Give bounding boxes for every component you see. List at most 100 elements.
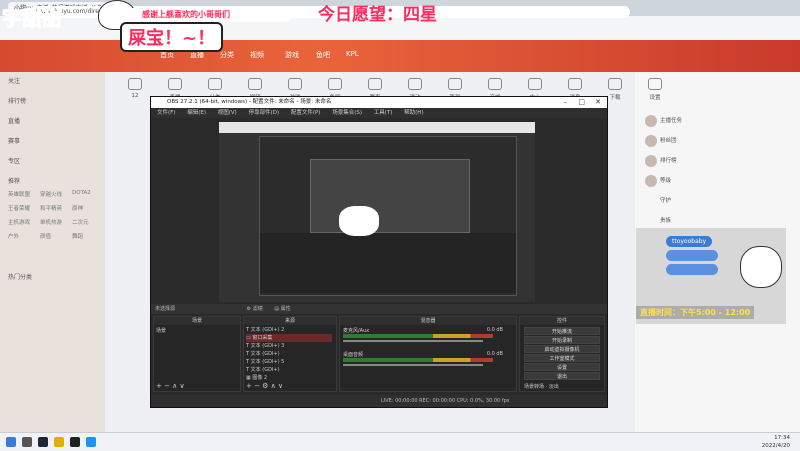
folder-icon[interactable] [54, 437, 64, 447]
scene-tools[interactable]: + − ∧ ∨ [156, 383, 185, 390]
mixer-channel-name: 麦克风/Aux [343, 328, 370, 334]
sidebar-item-rank[interactable]: 排行榜 [8, 96, 26, 105]
steam-icon[interactable] [38, 437, 48, 447]
category-icon [608, 78, 622, 90]
category-icon [328, 78, 342, 90]
category-icon [128, 78, 142, 90]
obs-title-bar[interactable]: OBS 27.2.1 (64-bit, windows) - 配置文件: 未命名… [151, 97, 607, 108]
volume-slider[interactable] [343, 364, 483, 366]
sidebar-item-recommend[interactable]: 推荐 [8, 176, 20, 185]
properties-button[interactable]: ▤ 属性 [274, 306, 290, 312]
category-label[interactable]: 12 [132, 93, 139, 99]
sidebar-grid-item[interactable]: 户外 [8, 232, 19, 240]
sidebar-grid-item[interactable]: 颜值 [40, 232, 51, 240]
sidebar-grid-item[interactable]: 王者荣耀 [8, 204, 30, 212]
obs-icon[interactable] [70, 437, 80, 447]
mixer-dock: 混音器 麦克风/Aux 0.0 dB 桌面音频 0.0 dB [339, 316, 517, 392]
filters-button[interactable]: ⚙ 滤镜 [247, 306, 263, 312]
category-label[interactable]: 设置 [649, 95, 660, 101]
selected-source-label: 未选择源 [155, 306, 176, 312]
virtual-camera-button[interactable]: 启动虚拟摄像机 [524, 345, 600, 353]
sidebar-grid-item[interactable]: 单机热游 [40, 218, 62, 226]
transition-select[interactable]: 淡出 [549, 384, 559, 390]
site-sidebar [0, 72, 105, 432]
category-icon [368, 78, 382, 90]
obs-menu-bar: 文件(F) 编辑(E) 视图(V) 停靠部件(D) 配置文件(P) 场景集合(S… [151, 108, 607, 118]
right-panel-item[interactable]: 排行榜 [660, 156, 677, 164]
right-panel-item[interactable]: 贵族 [660, 216, 671, 224]
sidebar-item-zone[interactable]: 专区 [8, 156, 20, 165]
source-item[interactable]: T 文本 (GDI+) 2 [246, 326, 332, 334]
source-item-selected[interactable]: ▭ 窗口采集 [246, 334, 332, 342]
category-icon [408, 78, 422, 90]
sidebar-grid-item[interactable]: 穿越火线 [40, 190, 62, 198]
mixer-channel: 桌面音频 0.0 dB [343, 351, 503, 373]
cat-sticker [339, 206, 379, 236]
right-panel-item[interactable]: 守护 [660, 196, 671, 204]
menu-profile[interactable]: 配置文件(P) [291, 110, 321, 116]
sidebar-grid-item[interactable]: 英雄联盟 [8, 190, 30, 198]
source-item[interactable]: T 文本 (GDI+) [246, 366, 332, 374]
scenes-dock-title: 场景 [154, 317, 240, 325]
menu-docks[interactable]: 停靠部件(D) [249, 110, 280, 116]
menu-file[interactable]: 文件(F) [157, 110, 175, 116]
nav-kpl[interactable]: KPL [346, 50, 359, 58]
source-item[interactable]: ▦ 图像 2 [246, 374, 332, 382]
menu-edit[interactable]: 编辑(E) [187, 110, 206, 116]
sidebar-item-hot-categories[interactable]: 热门分类 [8, 272, 32, 281]
mixer-dock-title: 混音器 [340, 317, 516, 325]
nav-video[interactable]: 视频 [250, 50, 264, 60]
daily-wish-overlay: 今日愿望：四星 [318, 5, 437, 25]
start-streaming-button[interactable]: 开始推流 [524, 327, 600, 335]
category-icon [568, 78, 582, 90]
search-icon[interactable] [22, 437, 32, 447]
sidebar-item-events[interactable]: 赛事 [8, 136, 20, 145]
source-tools[interactable]: + − ⚙ ∧ ∨ [246, 383, 283, 390]
nav-games[interactable]: 游戏 [285, 50, 299, 60]
start-icon[interactable] [6, 437, 16, 447]
mixer-channel-name: 桌面音频 [343, 352, 364, 358]
avatar [645, 155, 657, 167]
sidebar-grid-item[interactable]: 主机游戏 [8, 218, 30, 226]
nav-fishbar[interactable]: 鱼吧 [316, 50, 330, 60]
menu-tools[interactable]: 工具(T) [374, 110, 393, 116]
category-label[interactable]: 下载 [609, 95, 620, 101]
start-recording-button[interactable]: 开始录制 [524, 336, 600, 344]
right-panel-item[interactable]: 等级 [660, 176, 671, 184]
right-panel-item[interactable]: 粉丝团 [660, 136, 677, 144]
right-panel-item[interactable]: 主播任务 [660, 116, 682, 124]
source-item[interactable]: T 文本 (GDI+) 3 [246, 342, 332, 350]
menu-scene-collection[interactable]: 场景集合(S) [332, 110, 362, 116]
sidebar-grid-item[interactable]: 和平精英 [40, 204, 62, 212]
studio-mode-button[interactable]: 工作室模式 [524, 354, 600, 362]
obs-preview[interactable] [219, 122, 535, 302]
obs-window: OBS 27.2.1 (64-bit, windows) - 配置文件: 未命名… [150, 96, 608, 408]
sidebar-item-follow[interactable]: 关注 [8, 76, 20, 85]
source-item[interactable]: T 文本 (GDI+) 5 [246, 358, 332, 366]
nav-category[interactable]: 分类 [220, 50, 234, 60]
mixer-channel: 麦克风/Aux 0.0 dB [343, 327, 503, 349]
scene-item[interactable]: 场景 [156, 327, 242, 335]
settings-button[interactable]: 设置 [524, 363, 600, 371]
browser-icon[interactable] [86, 437, 96, 447]
sidebar-grid-item[interactable]: DOTA2 [72, 190, 91, 196]
minimize-icon[interactable]: – [564, 98, 568, 106]
nested-obs-capture [259, 136, 517, 296]
maximize-icon[interactable]: □ [578, 98, 585, 106]
volume-slider[interactable] [343, 340, 483, 342]
audio-meter [343, 358, 493, 362]
close-icon[interactable]: ✕ [595, 98, 601, 106]
menu-view[interactable]: 视图(V) [218, 110, 237, 116]
menu-help[interactable]: 帮助(H) [404, 110, 423, 116]
sidebar-grid-item[interactable]: 二次元 [72, 218, 89, 226]
sidebar-grid-item[interactable]: 原神 [72, 204, 83, 212]
exit-button[interactable]: 退出 [524, 372, 600, 380]
sidebar-item-live[interactable]: 直播 [8, 116, 20, 125]
sources-dock-title: 来源 [244, 317, 336, 325]
controls-dock-title: 控件 [520, 317, 604, 325]
source-item[interactable]: T 文本 (GDI+) [246, 350, 332, 358]
sidebar-grid-item[interactable]: 舞蹈 [72, 232, 83, 240]
nested-preview [310, 159, 470, 233]
clock[interactable]: 17:34 2022/4/20 [762, 434, 790, 450]
baby-text-overlay: 屎宝！~！ [120, 22, 224, 52]
